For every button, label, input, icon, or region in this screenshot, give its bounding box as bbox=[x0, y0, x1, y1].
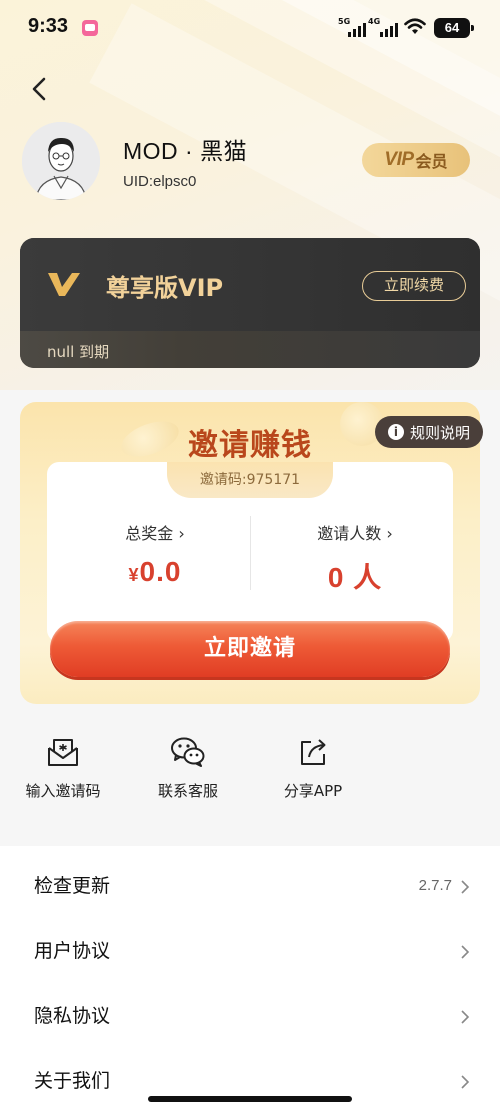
home-indicator[interactable] bbox=[148, 1096, 352, 1102]
vip-v-logo-icon bbox=[48, 273, 80, 296]
enter-invite-code-label: 输入邀请码 bbox=[25, 782, 101, 800]
user-uid: UID:elpsc0 bbox=[123, 173, 197, 190]
about-us-label: 关于我们 bbox=[34, 1070, 111, 1092]
vip-badge-member: 会员 bbox=[415, 152, 448, 171]
check-update-label: 检查更新 bbox=[34, 875, 111, 897]
chevron-right-icon bbox=[461, 945, 470, 959]
back-arrow-icon[interactable] bbox=[28, 75, 52, 103]
chevron-right-icon bbox=[461, 880, 470, 894]
stats-divider bbox=[250, 516, 251, 590]
about-us-row[interactable]: 关于我们 bbox=[0, 1049, 500, 1113]
user-agreement-row[interactable]: 用户协议 bbox=[0, 919, 500, 983]
share-app-label: 分享APP bbox=[283, 782, 343, 800]
invite-count-label: 邀请人数 bbox=[317, 524, 382, 543]
envelope-icon bbox=[48, 739, 78, 766]
chevron-right-icon bbox=[461, 1075, 470, 1089]
invite-now-button[interactable]: 立即邀请 bbox=[50, 621, 450, 677]
avatar[interactable] bbox=[22, 122, 100, 200]
share-app-action[interactable]: 分享APP bbox=[258, 736, 368, 801]
contact-service-action[interactable]: 联系客服 bbox=[133, 736, 243, 801]
invite-count-value: 0 人 bbox=[327, 562, 383, 593]
rules-label: 规则说明 bbox=[409, 423, 470, 442]
app-notification-icon bbox=[82, 20, 98, 36]
user-nickname: MOD · 黑猫 bbox=[123, 138, 248, 164]
settings-list: 检查更新 2.7.7 用户协议 隐私协议 关于我们 bbox=[0, 846, 500, 1113]
vip-member-badge[interactable]: VIP 会员 bbox=[362, 143, 470, 177]
wifi-icon bbox=[404, 18, 426, 34]
check-update-row[interactable]: 检查更新 2.7.7 bbox=[0, 854, 500, 918]
contact-service-label: 联系客服 bbox=[157, 782, 218, 800]
privacy-policy-label: 隐私协议 bbox=[34, 1005, 111, 1027]
enter-invite-code-action[interactable]: 输入邀请码 bbox=[8, 736, 118, 801]
total-reward-value: 0.0 bbox=[139, 556, 182, 587]
status-bar: 9:33 5G 4G 64 bbox=[0, 0, 500, 56]
chevron-right-icon bbox=[461, 1010, 470, 1024]
total-reward[interactable]: 总奖金 › ¥0.0 bbox=[60, 520, 250, 588]
chevron-right-icon: › bbox=[381, 524, 393, 543]
vip-card: 尊享版VIP 立即续费 null 到期 bbox=[20, 238, 480, 368]
rules-button[interactable]: i 规则说明 bbox=[375, 416, 483, 448]
vip-badge-word: VIP bbox=[384, 149, 414, 170]
vip-expire-text: null 到期 bbox=[47, 343, 110, 361]
total-reward-label: 总奖金 bbox=[125, 524, 174, 543]
battery-icon: 64 bbox=[434, 18, 474, 38]
renew-button[interactable]: 立即续费 bbox=[362, 271, 466, 301]
status-time: 9:33 bbox=[28, 15, 69, 37]
currency-symbol: ¥ bbox=[128, 565, 140, 585]
vip-card-title: 尊享版VIP bbox=[106, 274, 224, 302]
invite-code: 邀请码:975171 bbox=[167, 462, 333, 498]
info-icon: i bbox=[387, 424, 404, 440]
user-agreement-label: 用户协议 bbox=[34, 940, 111, 962]
privacy-policy-row[interactable]: 隐私协议 bbox=[0, 984, 500, 1048]
invite-count[interactable]: 邀请人数 › 0 人 bbox=[260, 520, 450, 596]
app-version: 2.7.7 bbox=[418, 877, 452, 894]
wechat-icon bbox=[171, 737, 205, 767]
chevron-right-icon: › bbox=[173, 524, 185, 543]
share-icon bbox=[301, 739, 326, 765]
